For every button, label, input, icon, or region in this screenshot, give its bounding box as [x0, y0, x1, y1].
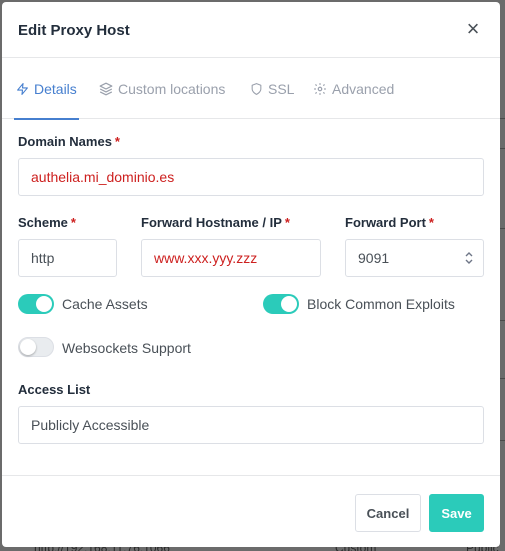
tab-custom-locations[interactable]: Custom locations	[99, 59, 225, 119]
forward-port-value: 9091	[358, 250, 390, 266]
forward-port-label: Forward Port *	[345, 215, 434, 230]
domain-names-label: Domain Names *	[18, 134, 120, 149]
cancel-button[interactable]: Cancel	[355, 494, 421, 532]
forward-hostname-label-text: Forward Hostname / IP	[141, 215, 282, 230]
websockets-label: Websockets Support	[62, 340, 191, 356]
background-row-divider	[500, 148, 505, 149]
tab-label: SSL	[268, 81, 295, 97]
forward-port-label-text: Forward Port	[345, 215, 426, 230]
required-mark: *	[114, 134, 120, 149]
background-row-divider	[500, 440, 505, 441]
websockets-toggle[interactable]	[18, 337, 54, 357]
scheme-label-text: Scheme	[18, 215, 68, 230]
tab-label: Details	[34, 81, 77, 97]
edit-proxy-host-modal: Edit Proxy Host × Details Custom locatio…	[2, 2, 500, 547]
bolt-icon	[17, 83, 28, 95]
close-icon: ×	[466, 16, 480, 41]
modal-footer: Cancel Save	[2, 475, 500, 547]
tab-label: Custom locations	[118, 81, 226, 97]
toggle-knob	[281, 296, 297, 312]
save-button[interactable]: Save	[429, 494, 484, 532]
forward-hostname-label: Forward Hostname / IP *	[141, 215, 290, 230]
gear-icon	[314, 83, 326, 95]
cache-assets-label: Cache Assets	[62, 296, 148, 312]
tab-ssl[interactable]: SSL	[250, 59, 294, 119]
scheme-input[interactable]: http	[18, 239, 117, 277]
domain-names-label-text: Domain Names	[18, 134, 112, 149]
required-mark: *	[284, 215, 290, 230]
access-list-select[interactable]: Publicly Accessible	[18, 406, 484, 444]
scheme-label: Scheme *	[18, 215, 76, 230]
background-row-divider	[500, 228, 505, 229]
layers-icon	[99, 82, 113, 96]
tab-advanced[interactable]: Advanced	[313, 59, 394, 119]
background-row-divider	[500, 320, 505, 321]
block-exploits-label: Block Common Exploits	[307, 296, 455, 312]
tab-details[interactable]: Details	[14, 59, 79, 120]
block-exploits-toggle[interactable]	[263, 294, 299, 314]
toggle-knob	[20, 339, 36, 355]
modal-header: Edit Proxy Host ×	[2, 2, 500, 58]
forward-port-input[interactable]: 9091	[345, 239, 484, 277]
tab-label: Advanced	[332, 81, 395, 97]
modal-title: Edit Proxy Host	[18, 22, 130, 39]
required-mark: *	[428, 215, 434, 230]
toggle-knob	[36, 296, 52, 312]
cache-assets-toggle[interactable]	[18, 294, 54, 314]
background-row-divider	[500, 378, 505, 379]
forward-hostname-input[interactable]: www.xxx.yyy.zzz	[141, 239, 321, 277]
close-button[interactable]: ×	[464, 18, 482, 40]
shield-icon	[251, 83, 262, 95]
tab-bar: Details Custom locations SSL Advanced	[2, 59, 500, 120]
required-mark: *	[70, 215, 76, 230]
background-row-divider	[500, 118, 505, 119]
access-list-label: Access List	[18, 382, 91, 397]
number-stepper-icon[interactable]	[463, 249, 475, 267]
domain-names-input[interactable]: authelia.mi_dominio.es	[18, 158, 484, 196]
